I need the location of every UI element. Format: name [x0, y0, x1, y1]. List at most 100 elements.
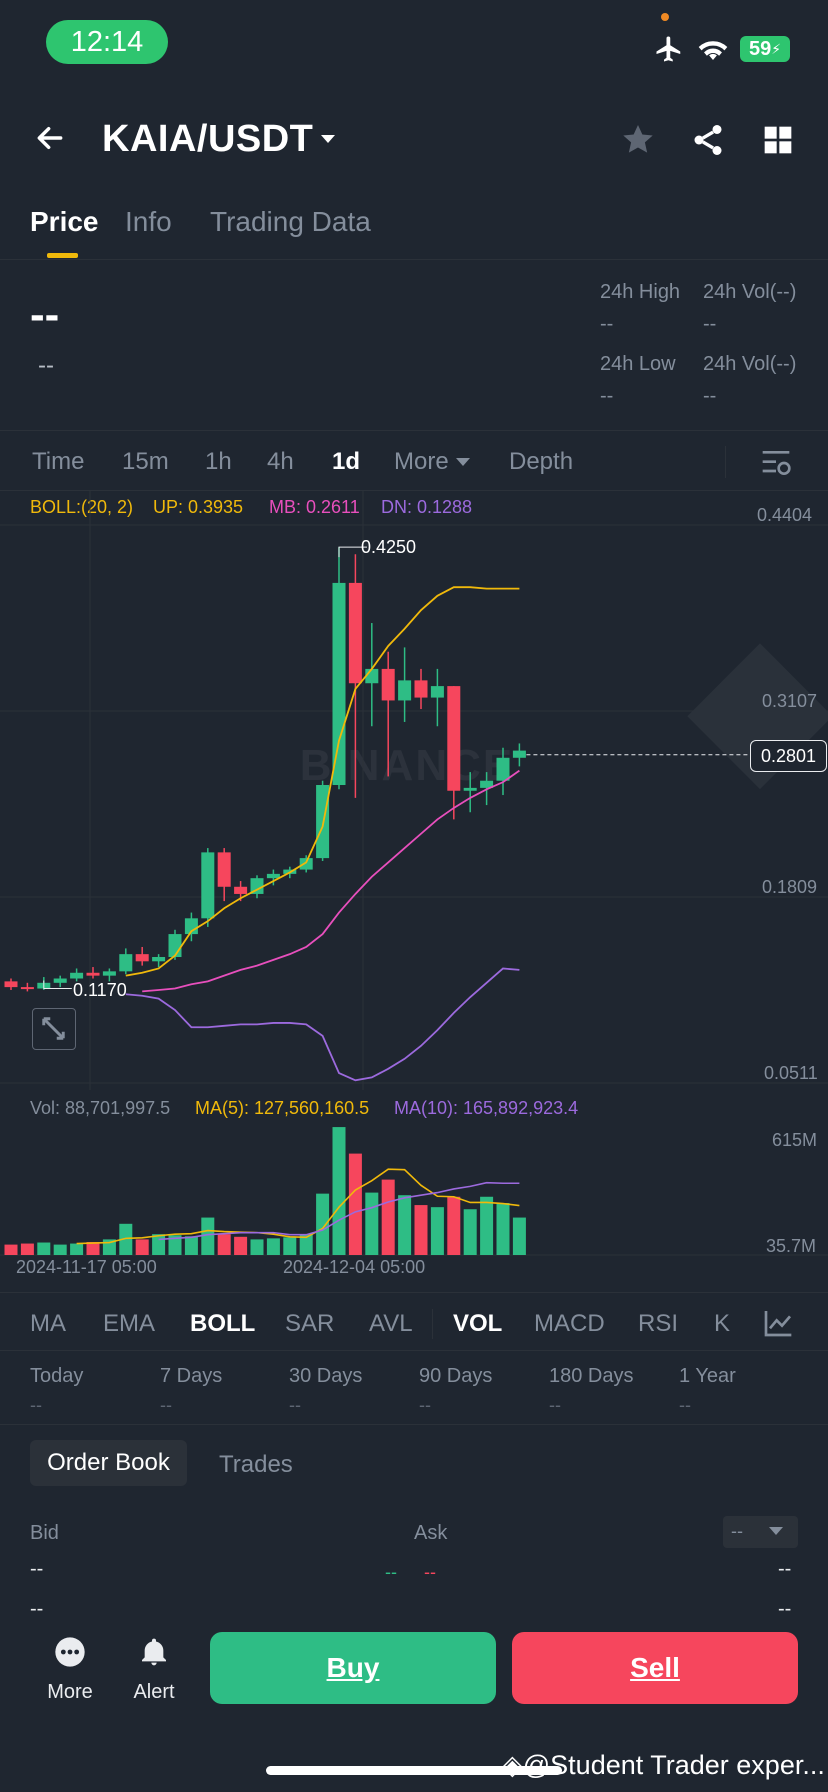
- volume-bar: [201, 1217, 215, 1255]
- perf-1y-value: --: [679, 1395, 691, 1415]
- volume-chart[interactable]: [0, 1120, 828, 1260]
- candle-body: [447, 686, 461, 791]
- pair-dropdown-icon[interactable]: [318, 131, 338, 147]
- volume-bar: [37, 1242, 51, 1255]
- tab-order-book[interactable]: Order Book: [30, 1440, 187, 1486]
- volume-bar: [496, 1203, 510, 1255]
- volume-bar: [152, 1234, 166, 1255]
- volume-bar: [381, 1179, 395, 1255]
- chart-settings-icon[interactable]: [760, 448, 792, 478]
- candle-body: [299, 858, 313, 870]
- charging-icon: ⚡: [771, 40, 782, 57]
- trading-pair-title[interactable]: KAIA/USDT: [102, 118, 313, 161]
- y-axis-label: 0.3107: [762, 691, 818, 711]
- candle-body: [70, 972, 84, 979]
- indicator-settings-icon[interactable]: [762, 1308, 794, 1338]
- battery-indicator: 59 ⚡: [740, 36, 790, 62]
- volume-bar: [430, 1207, 444, 1255]
- volume-bar: [480, 1196, 494, 1255]
- candle-body: [20, 987, 34, 990]
- precision-select[interactable]: --: [723, 1516, 798, 1548]
- candle-body: [512, 750, 526, 758]
- y-axis-label: 0.0511: [764, 1063, 818, 1083]
- volume-bar: [414, 1205, 428, 1255]
- perf-30d-label: 30 Days: [289, 1365, 363, 1387]
- candle-body: [266, 873, 280, 879]
- indicator-ma[interactable]: MA: [30, 1310, 66, 1338]
- volume-bar: [447, 1196, 461, 1255]
- low-marker-label: 0.1170: [73, 980, 127, 1000]
- candle-body: [152, 957, 166, 962]
- precision-value: --: [731, 1521, 743, 1541]
- tab-price[interactable]: Price: [30, 206, 99, 238]
- candle-body: [217, 852, 231, 887]
- volume-bar: [398, 1195, 412, 1255]
- indicator-rsi[interactable]: RSI: [638, 1310, 678, 1338]
- indicator-kdj[interactable]: K: [714, 1310, 730, 1338]
- perf-180d-value: --: [549, 1395, 561, 1415]
- watermark-diamond-icon: ◈: [502, 1750, 523, 1780]
- last-price: --: [30, 290, 60, 339]
- volume-bar: [20, 1243, 34, 1255]
- tab-trading-data[interactable]: Trading Data: [210, 206, 371, 238]
- more-dots-icon: [55, 1637, 85, 1667]
- share-icon[interactable]: [690, 122, 726, 158]
- volume-bar: [250, 1239, 264, 1255]
- ask-amount-mid: --: [424, 1562, 436, 1582]
- perf-1y-label: 1 Year: [679, 1365, 736, 1387]
- volume-bar: [70, 1243, 84, 1255]
- layout-grid-icon[interactable]: [762, 124, 794, 156]
- candle-body: [234, 886, 248, 894]
- volume-bar: [316, 1193, 330, 1255]
- indicator-ema[interactable]: EMA: [103, 1310, 155, 1338]
- buy-button[interactable]: Buy: [210, 1632, 496, 1704]
- volume-bar: [266, 1238, 280, 1255]
- interval-1h[interactable]: 1h: [205, 448, 232, 476]
- creator-watermark: ◈@Student Trader exper...: [502, 1750, 825, 1781]
- interval-divider-top: [0, 430, 828, 431]
- interval-1d[interactable]: 1d: [332, 448, 360, 476]
- candle-body: [430, 686, 444, 698]
- current-price-tag: 0.2801: [750, 740, 827, 772]
- indicator-vol[interactable]: VOL: [453, 1310, 502, 1338]
- indicator-separator: [432, 1309, 433, 1339]
- tab-info[interactable]: Info: [125, 206, 172, 238]
- back-arrow-icon[interactable]: [32, 122, 68, 154]
- volume-bar: [217, 1234, 231, 1255]
- indicator-macd[interactable]: MACD: [534, 1310, 605, 1338]
- volume-bar: [463, 1209, 477, 1255]
- perf-90d-label: 90 Days: [419, 1365, 493, 1387]
- volume-bar: [184, 1236, 198, 1255]
- sell-button[interactable]: Sell: [512, 1632, 798, 1704]
- volume-bar: [348, 1153, 362, 1255]
- perf-divider: [0, 1424, 828, 1425]
- candle-body: [201, 852, 215, 919]
- alert-button[interactable]: Alert: [124, 1636, 184, 1704]
- candle-body: [316, 785, 330, 859]
- favorite-star-icon[interactable]: [620, 122, 656, 158]
- bid-amount-mid: --: [385, 1562, 397, 1582]
- 24h-vol-base-label: 24h Vol(--): [703, 281, 797, 303]
- volume-bar: [53, 1244, 67, 1255]
- interval-time[interactable]: Time: [32, 448, 84, 476]
- candle-body: [102, 971, 116, 976]
- ask-label: Ask: [414, 1522, 448, 1544]
- ask-price: --: [778, 1558, 792, 1580]
- candle-body: [398, 680, 412, 701]
- interval-15m[interactable]: 15m: [122, 448, 169, 476]
- precision-dropdown-icon: [769, 1527, 783, 1535]
- more-button[interactable]: More: [40, 1636, 100, 1704]
- fullscreen-button[interactable]: [32, 1008, 76, 1050]
- volume-value: Vol: 88,701,997.5: [30, 1098, 171, 1118]
- indicator-avl[interactable]: AVL: [369, 1310, 413, 1338]
- interval-4h[interactable]: 4h: [267, 448, 294, 476]
- more-dropdown-icon[interactable]: [454, 455, 472, 469]
- indicator-sar[interactable]: SAR: [285, 1310, 334, 1338]
- indicator-boll[interactable]: BOLL: [190, 1310, 255, 1338]
- interval-more[interactable]: More: [394, 448, 449, 476]
- interval-depth[interactable]: Depth: [509, 448, 573, 476]
- perf-90d-value: --: [419, 1395, 431, 1415]
- tab-trades[interactable]: Trades: [219, 1451, 293, 1479]
- watermark-text: @Student Trader exper...: [522, 1750, 825, 1780]
- 24h-vol-base-value: --: [703, 313, 717, 335]
